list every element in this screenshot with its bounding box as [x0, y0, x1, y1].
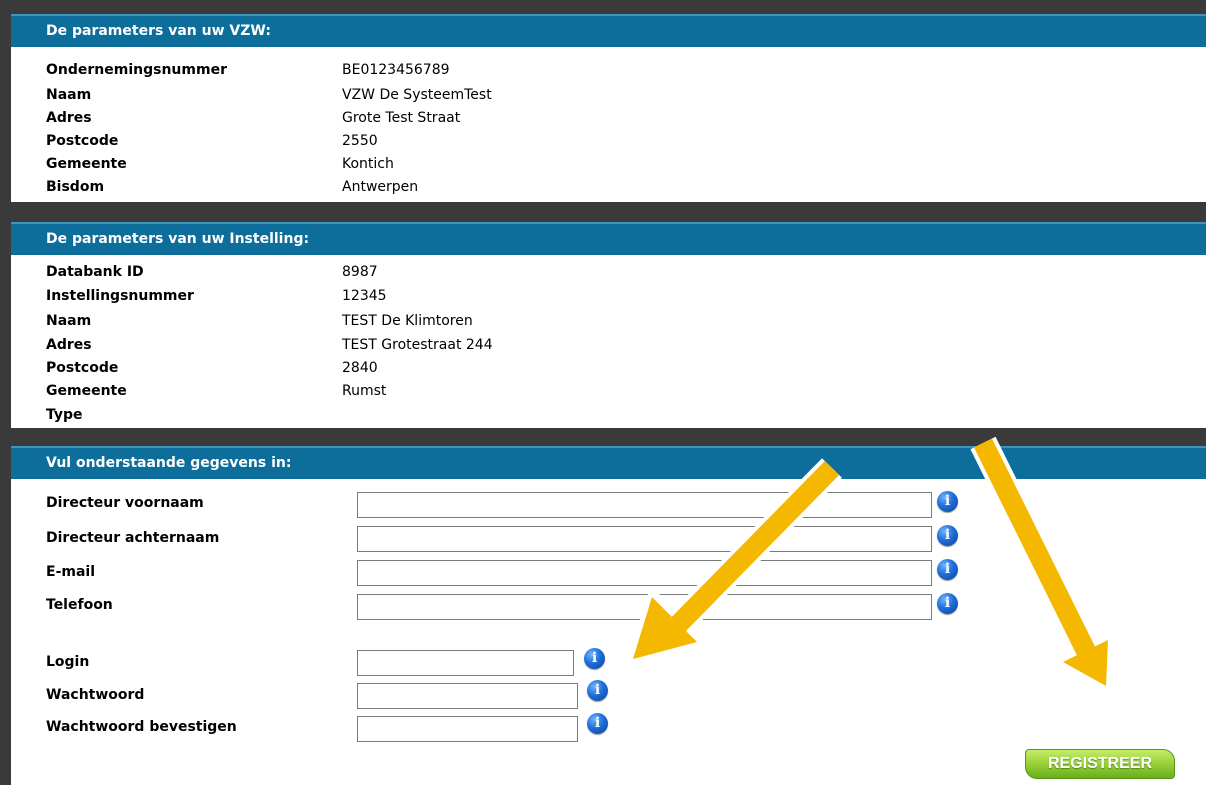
vzw-row-label: Adres	[46, 110, 92, 126]
form-section-header: Vul onderstaande gegevens in:	[11, 446, 1206, 479]
vzw-row-label: Gemeente	[46, 156, 127, 172]
instelling-row-label: Postcode	[46, 360, 119, 376]
vzw-row-value: Kontich	[342, 156, 394, 172]
vzw-row-value: VZW De SysteemTest	[342, 87, 492, 103]
director-firstname-label: Directeur voornaam	[46, 495, 204, 511]
instelling-row-label: Naam	[46, 313, 92, 329]
password-confirm-input[interactable]	[357, 716, 578, 742]
info-circle-icon[interactable]: i	[937, 491, 958, 512]
vzw-row-label: Postcode	[46, 133, 119, 149]
phone-input[interactable]	[357, 594, 932, 620]
vzw-row-label: Naam	[46, 87, 92, 103]
instelling-row-value: Rumst	[342, 383, 387, 399]
instelling-row-label: Adres	[46, 337, 92, 353]
director-lastname-label: Directeur achternaam	[46, 530, 220, 546]
phone-label: Telefoon	[46, 597, 113, 613]
vzw-section-header: De parameters van uw VZW:	[11, 14, 1206, 47]
info-circle-icon[interactable]: i	[584, 648, 605, 669]
vzw-row-label: Bisdom	[46, 179, 105, 195]
director-lastname-input[interactable]	[357, 526, 932, 552]
instelling-row-label: Instellingsnummer	[46, 288, 194, 304]
vzw-row-value: 2550	[342, 133, 378, 149]
section-divider	[0, 428, 1206, 446]
vzw-row-label: Ondernemingsnummer	[46, 62, 227, 78]
instelling-row-value: 8987	[342, 264, 378, 280]
instelling-row-value: 2840	[342, 360, 378, 376]
email-label: E-mail	[46, 564, 96, 580]
email-input[interactable]	[357, 560, 932, 586]
annotation-arrows	[627, 436, 1116, 693]
info-circle-icon[interactable]: i	[587, 680, 608, 701]
instelling-row-value: TEST Grotestraat 244	[342, 337, 493, 353]
vzw-row-value: BE0123456789	[342, 62, 450, 78]
vzw-row-value: Grote Test Straat	[342, 110, 461, 126]
info-circle-icon[interactable]: i	[937, 593, 958, 614]
info-circle-icon[interactable]: i	[587, 713, 608, 734]
vzw-row-value: Antwerpen	[342, 179, 419, 195]
info-circle-icon[interactable]: i	[937, 525, 958, 546]
instelling-row-label: Gemeente	[46, 383, 127, 399]
info-circle-icon[interactable]: i	[937, 559, 958, 580]
section-divider	[0, 202, 1206, 222]
instelling-row-value: TEST De Klimtoren	[342, 313, 473, 329]
password-confirm-label: Wachtwoord bevestigen	[46, 719, 237, 735]
login-label: Login	[46, 654, 90, 670]
yellow-arrow-icon	[970, 436, 1116, 693]
login-input[interactable]	[357, 650, 574, 676]
left-dark-bar	[0, 0, 11, 785]
instelling-row-label: Databank ID	[46, 264, 144, 280]
register-button[interactable]: REGISTREER	[1025, 749, 1175, 779]
instelling-row-value: 12345	[342, 288, 387, 304]
password-input[interactable]	[357, 683, 578, 709]
instelling-row-label: Type	[46, 407, 83, 423]
instelling-section-header: De parameters van uw Instelling:	[11, 222, 1206, 255]
password-label: Wachtwoord	[46, 687, 145, 703]
director-firstname-input[interactable]	[357, 492, 932, 518]
top-dark-bar	[0, 0, 1206, 14]
